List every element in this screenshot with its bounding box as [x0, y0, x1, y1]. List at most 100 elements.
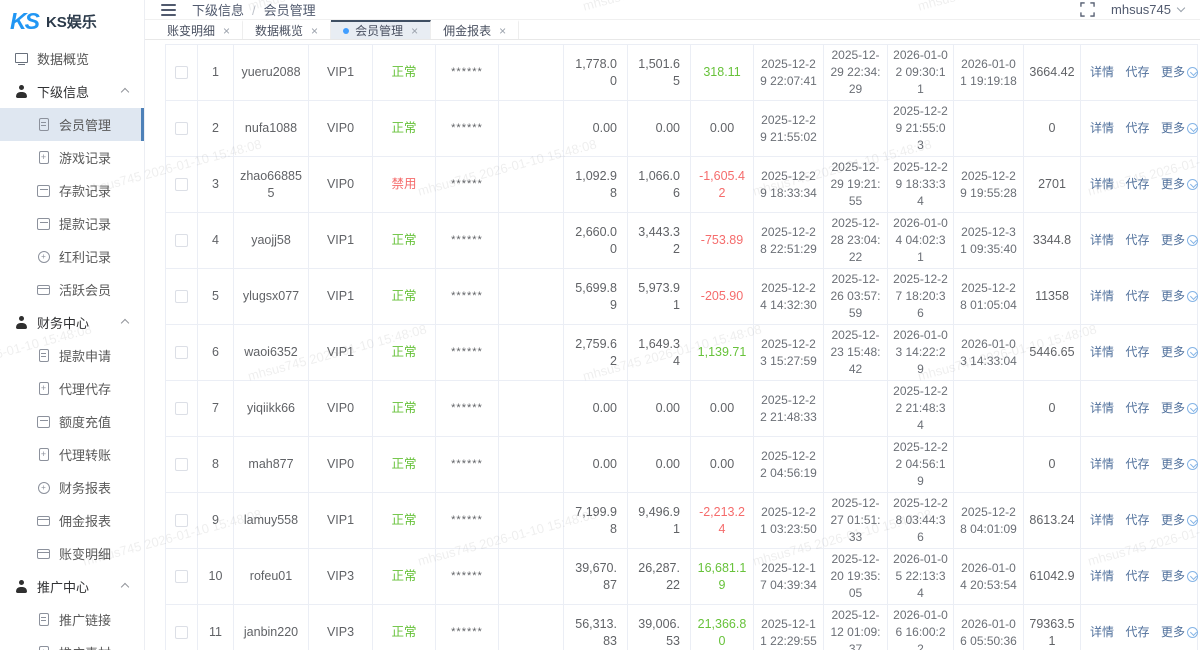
cell-profit: 318.11 — [691, 45, 754, 101]
more-link[interactable]: 更多 — [1161, 345, 1198, 359]
detail-link[interactable]: 详情 — [1090, 233, 1114, 247]
detail-link[interactable]: 详情 — [1090, 289, 1114, 303]
tab[interactable]: 数据概览 × — [243, 20, 331, 39]
row-checkbox[interactable] — [175, 66, 188, 79]
more-link[interactable]: 更多 — [1161, 65, 1198, 79]
detail-link[interactable]: 详情 — [1090, 121, 1114, 135]
file-icon — [37, 349, 50, 362]
detail-link[interactable]: 详情 — [1090, 625, 1114, 639]
sidebar-item-label: 提款记录 — [59, 214, 111, 233]
close-icon[interactable]: × — [311, 24, 318, 38]
cell-profit: 1,139.71 — [691, 325, 754, 381]
cell-checkbox — [166, 437, 198, 493]
sidebar-item[interactable]: 代理代存 — [0, 372, 144, 405]
sidebar-item[interactable]: 提款记录 — [0, 207, 144, 240]
sidebar-item[interactable]: 推广素材 — [0, 636, 144, 650]
deposit-link[interactable]: 代存 — [1126, 233, 1150, 247]
more-link[interactable]: 更多 — [1161, 625, 1198, 639]
detail-link[interactable]: 详情 — [1090, 345, 1114, 359]
fullscreen-icon[interactable] — [1080, 2, 1095, 17]
more-link[interactable]: 更多 — [1161, 121, 1198, 135]
deposit-link[interactable]: 代存 — [1126, 177, 1150, 191]
sidebar-item[interactable]: 红利记录 — [0, 240, 144, 273]
row-checkbox[interactable] — [175, 234, 188, 247]
cell-username: zhao668855 — [234, 157, 309, 213]
close-icon[interactable]: × — [411, 24, 418, 38]
deposit-link[interactable]: 代存 — [1126, 345, 1150, 359]
cell-date-1: 2025-12-22 04:56:19 — [754, 437, 824, 493]
deposit-link[interactable]: 代存 — [1126, 289, 1150, 303]
cell-balance: 79363.51 — [1024, 605, 1081, 650]
tab[interactable]: 佣金报表 × — [431, 20, 519, 39]
sidebar-item[interactable]: 会员管理 — [0, 108, 144, 141]
close-icon[interactable]: × — [223, 24, 230, 38]
cell-profit: -205.90 — [691, 269, 754, 325]
sidebar-item[interactable]: 提款申请 — [0, 339, 144, 372]
row-checkbox[interactable] — [175, 458, 188, 471]
more-link[interactable]: 更多 — [1161, 457, 1198, 471]
cell-profit: 0.00 — [691, 437, 754, 493]
tab[interactable]: 会员管理 × — [331, 20, 431, 39]
calendar-icon — [37, 184, 50, 197]
sidebar-item[interactable]: 推广链接 — [0, 603, 144, 636]
sidebar-item[interactable]: 额度充值 — [0, 405, 144, 438]
detail-link[interactable]: 详情 — [1090, 457, 1114, 471]
deposit-link[interactable]: 代存 — [1126, 569, 1150, 583]
sidebar-item[interactable]: 佣金报表 — [0, 504, 144, 537]
cell-empty — [499, 381, 564, 437]
sidebar-item[interactable]: 财务中心 — [0, 306, 144, 339]
sidebar-item[interactable]: 财务报表 — [0, 471, 144, 504]
sidebar-item[interactable]: 账变明细 — [0, 537, 144, 570]
cell-balance: 2701 — [1024, 157, 1081, 213]
row-checkbox[interactable] — [175, 514, 188, 527]
sidebar-item[interactable]: 数据概览 — [0, 42, 144, 75]
sidebar-item-label: 推广链接 — [59, 610, 111, 629]
sidebar-item[interactable]: 活跃会员 — [0, 273, 144, 306]
chevron-down-circle-icon — [1187, 179, 1198, 190]
cell-date-1: 2025-12-23 15:27:59 — [754, 325, 824, 381]
detail-link[interactable]: 详情 — [1090, 569, 1114, 583]
row-checkbox[interactable] — [175, 178, 188, 191]
more-link[interactable]: 更多 — [1161, 401, 1198, 415]
more-link[interactable]: 更多 — [1161, 233, 1198, 247]
sidebar-item[interactable]: 存款记录 — [0, 174, 144, 207]
ks-logo-icon: KS — [10, 8, 38, 35]
cell-amount-1: 2,660.00 — [564, 213, 628, 269]
chevron-down-circle-icon — [1187, 459, 1198, 470]
tab[interactable]: 账变明细 × — [155, 20, 243, 39]
deposit-link[interactable]: 代存 — [1126, 513, 1150, 527]
deposit-link[interactable]: 代存 — [1126, 401, 1150, 415]
row-checkbox[interactable] — [175, 626, 188, 639]
deposit-link[interactable]: 代存 — [1126, 65, 1150, 79]
sidebar-item[interactable]: 下级信息 — [0, 75, 144, 108]
detail-link[interactable]: 详情 — [1090, 177, 1114, 191]
row-checkbox[interactable] — [175, 346, 188, 359]
chevron-down-circle-icon — [1187, 235, 1198, 246]
more-link[interactable]: 更多 — [1161, 513, 1198, 527]
row-checkbox[interactable] — [175, 290, 188, 303]
deposit-link[interactable]: 代存 — [1126, 121, 1150, 135]
detail-link[interactable]: 详情 — [1090, 401, 1114, 415]
close-icon[interactable]: × — [499, 24, 506, 38]
main-area: 下级信息/会员管理 mhsus745 账变明细 × — [145, 0, 1200, 650]
sidebar-item-label: 额度充值 — [59, 412, 111, 431]
user-menu[interactable]: mhsus745 — [1111, 2, 1184, 17]
breadcrumb-parent[interactable]: 下级信息 — [192, 3, 244, 18]
deposit-link[interactable]: 代存 — [1126, 457, 1150, 471]
sidebar-item[interactable]: 代理转账 — [0, 438, 144, 471]
row-checkbox[interactable] — [175, 570, 188, 583]
cell-index: 7 — [198, 381, 234, 437]
row-checkbox[interactable] — [175, 122, 188, 135]
detail-link[interactable]: 详情 — [1090, 65, 1114, 79]
more-link[interactable]: 更多 — [1161, 569, 1198, 583]
row-checkbox[interactable] — [175, 402, 188, 415]
deposit-link[interactable]: 代存 — [1126, 625, 1150, 639]
detail-link[interactable]: 详情 — [1090, 513, 1114, 527]
cell-password: ****** — [436, 45, 499, 101]
sidebar-item[interactable]: 推广中心 — [0, 570, 144, 603]
sidebar-item[interactable]: 游戏记录 — [0, 141, 144, 174]
calendar-icon — [37, 217, 50, 230]
more-link[interactable]: 更多 — [1161, 177, 1198, 191]
hamburger-icon[interactable] — [161, 4, 176, 16]
more-link[interactable]: 更多 — [1161, 289, 1198, 303]
